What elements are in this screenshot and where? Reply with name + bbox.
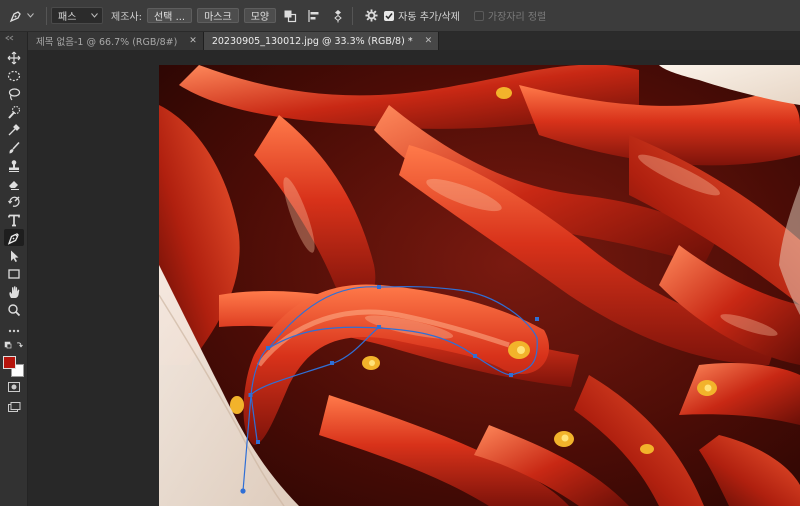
panel-collapse-icon[interactable]	[0, 34, 28, 42]
brush-tool[interactable]	[4, 139, 24, 156]
clone-stamp-tool[interactable]	[4, 157, 24, 174]
make-selection-button[interactable]: 선택 ...	[146, 8, 193, 23]
color-swatches[interactable]	[3, 356, 27, 380]
ellipse-marquee-icon	[7, 70, 21, 81]
close-icon[interactable]: ✕	[189, 36, 197, 46]
make-mask-button[interactable]: 마스크	[197, 8, 239, 23]
rectangle-tool[interactable]	[4, 265, 24, 282]
document-tab-photo[interactable]: 20230905_130012.jpg @ 33.3% (RGB/8) * ✕	[203, 32, 440, 50]
path-alignment-button[interactable]	[304, 6, 324, 26]
close-icon[interactable]: ✕	[425, 36, 433, 46]
quick-selection-tool[interactable]	[4, 103, 24, 120]
tab-label: 제목 없음-1 @ 66.7% (RGB/8#)	[36, 37, 178, 48]
lasso-tool[interactable]	[4, 85, 24, 102]
pen-tool[interactable]	[4, 229, 24, 246]
arrow-icon	[11, 250, 19, 262]
lasso-icon	[8, 87, 21, 100]
document-tab-untitled[interactable]: 제목 없음-1 @ 66.7% (RGB/8#) ✕	[28, 32, 204, 50]
gear-icon	[365, 9, 378, 22]
screen-mode-button[interactable]	[4, 398, 24, 415]
align-left-icon	[308, 9, 319, 22]
pen-mode-value: 패스	[58, 12, 77, 23]
path-arrangement-button[interactable]	[328, 6, 348, 26]
make-label: 제조사:	[111, 12, 142, 23]
zoom-icon	[8, 303, 21, 316]
chevron-down-icon	[91, 13, 98, 18]
pen-icon	[9, 10, 21, 22]
history-brush-icon	[8, 195, 20, 207]
pen-icon	[7, 232, 19, 245]
tool-preset-picker[interactable]	[0, 0, 42, 32]
quick-mask-button[interactable]	[4, 378, 24, 395]
type-tool[interactable]	[4, 211, 24, 228]
rectangle-icon	[8, 268, 20, 279]
stamp-icon	[9, 159, 19, 172]
foreground-color-swatch[interactable]	[3, 356, 16, 369]
divider	[46, 6, 47, 25]
checkmark-icon	[385, 12, 393, 19]
color-swatch-controls[interactable]	[0, 340, 28, 352]
tools-panel	[0, 32, 28, 506]
options-bar: 패스 제조사: 선택 ... 마스크 모양 자동 추가/삭제 가장자리 정렬	[0, 0, 800, 32]
make-shape-button[interactable]: 모양	[243, 8, 277, 23]
document-tab-bar: 제목 없음-1 @ 66.7% (RGB/8#) ✕ 20230905_1300…	[28, 32, 800, 50]
document-canvas[interactable]	[159, 65, 800, 506]
auto-add-delete-checkbox[interactable]	[384, 10, 395, 21]
eyedropper-icon	[8, 123, 20, 135]
quick-select-icon	[8, 105, 21, 119]
arrange-icon	[334, 9, 342, 22]
swap-colors-icon	[16, 342, 23, 348]
tab-label: 20230905_130012.jpg @ 33.3% (RGB/8) *	[211, 35, 413, 47]
type-icon	[8, 214, 20, 226]
hand-tool[interactable]	[4, 283, 24, 300]
move-icon	[7, 51, 21, 64]
history-brush-tool[interactable]	[4, 193, 24, 210]
edit-toolbar-button[interactable]	[4, 322, 24, 339]
canvas-workspace[interactable]	[28, 50, 800, 506]
more-icon	[8, 329, 20, 332]
chevron-down-icon	[27, 13, 34, 18]
eraser-icon	[9, 180, 19, 190]
eyedropper-tool[interactable]	[4, 121, 24, 138]
brush-icon	[9, 141, 20, 153]
path-operations-icon	[284, 10, 297, 22]
hand-icon	[9, 285, 20, 298]
screen-mode-icon	[8, 401, 21, 412]
align-edges-label: 가장자리 정렬	[487, 12, 547, 23]
divider	[352, 6, 354, 25]
auto-add-delete-label: 자동 추가/삭제	[398, 12, 460, 23]
move-tool[interactable]	[4, 49, 24, 66]
zoom-tool[interactable]	[4, 301, 24, 318]
path-operations-button[interactable]	[280, 6, 300, 26]
chili-pepper-photo[interactable]	[159, 65, 800, 506]
pen-mode-select[interactable]: 패스	[51, 7, 103, 24]
eraser-tool[interactable]	[4, 175, 24, 192]
elliptical-marquee-tool[interactable]	[4, 67, 24, 84]
path-selection-tool[interactable]	[4, 247, 24, 264]
align-edges-checkbox[interactable]	[473, 10, 484, 21]
quick-mask-icon	[8, 381, 20, 392]
geometry-options-button[interactable]	[361, 6, 381, 26]
